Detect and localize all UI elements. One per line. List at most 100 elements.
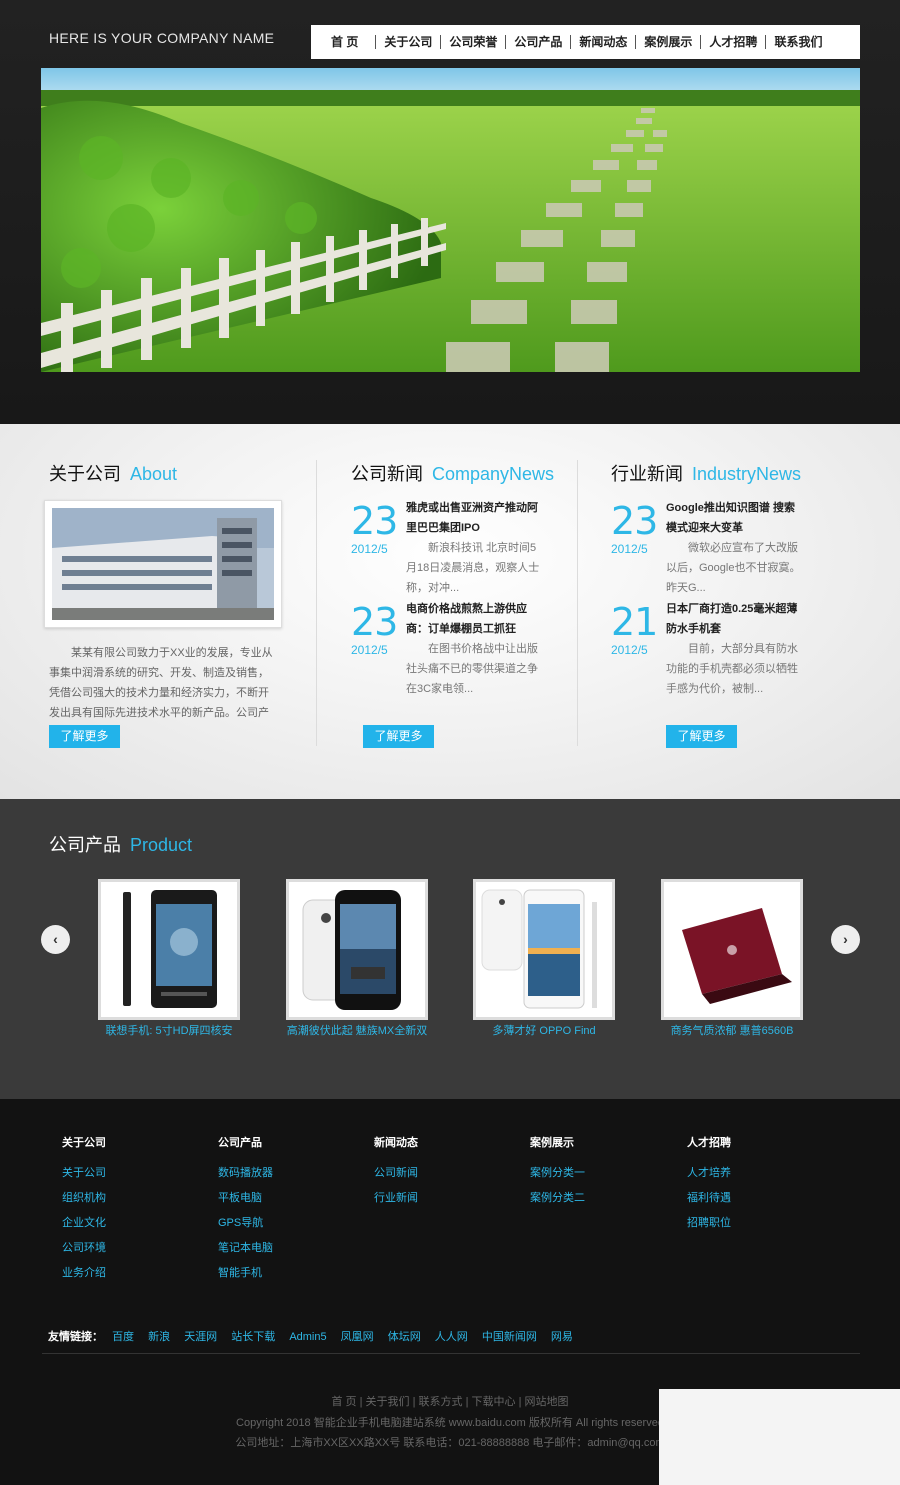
prev-arrow-icon[interactable]: ‹ xyxy=(41,925,70,954)
product-image[interactable] xyxy=(661,879,803,1020)
company-news-heading: 公司新闻 CompanyNews xyxy=(351,460,554,486)
product-image[interactable] xyxy=(98,879,240,1020)
product-card[interactable]: 联想手机: 5寸HD屏四核安 xyxy=(98,879,240,1038)
friend-links-label: 友情链接： xyxy=(48,1331,103,1343)
friend-link[interactable]: 天涯网 xyxy=(184,1331,217,1343)
product-caption[interactable]: 多薄才好 OPPO Find xyxy=(473,1022,615,1038)
nav-news[interactable]: 新闻动态 xyxy=(570,35,635,49)
friend-link[interactable]: 百度 xyxy=(112,1331,134,1343)
news-day: 23 xyxy=(351,499,398,543)
friend-link[interactable]: 体坛网 xyxy=(388,1331,421,1343)
bottom-link[interactable]: 网站地图 xyxy=(525,1396,569,1408)
news-desc: 微软必应宣布了大改版以后，Google也不甘寂寞。昨天G... xyxy=(666,542,801,594)
news-title[interactable]: Google推出知识图谱 搜索模式迎来大变革 xyxy=(666,498,801,538)
news-year-month: 2012/5 xyxy=(611,542,648,556)
news-item[interactable]: 23 2012/5 电商价格战煎熬上游供应商：订单爆棚员工抓狂 在图书价格战中让… xyxy=(351,603,541,699)
footer-link[interactable]: 案例分类二 xyxy=(530,1186,585,1211)
column-divider xyxy=(316,460,317,746)
product-caption[interactable]: 商务气质浓郁 惠普6560B xyxy=(661,1022,803,1038)
footer-link[interactable]: 招聘职位 xyxy=(687,1211,731,1236)
footer-link[interactable]: 福利待遇 xyxy=(687,1186,731,1211)
industry-news-heading: 行业新闻 IndustryNews xyxy=(611,460,801,486)
bottom-link[interactable]: 关于我们 xyxy=(366,1396,410,1408)
news-title[interactable]: 日本厂商打造0.25毫米超薄防水手机套 xyxy=(666,599,801,639)
news-day: 21 xyxy=(611,600,658,644)
footer-link[interactable]: 笔记本电脑 xyxy=(218,1236,273,1261)
nav-home[interactable]: 首 页 xyxy=(317,35,375,49)
news-item[interactable]: 23 2012/5 雅虎或出售亚洲资产推动阿里巴巴集团IPO 新浪科技讯 北京时… xyxy=(351,502,541,598)
friend-link[interactable]: 中国新闻网 xyxy=(482,1331,537,1343)
footer-column: 公司产品 数码播放器 平板电脑 GPS导航 笔记本电脑 智能手机 xyxy=(218,1134,273,1286)
news-date: 23 2012/5 xyxy=(351,603,401,657)
product-image[interactable] xyxy=(473,879,615,1020)
footer-link[interactable]: 智能手机 xyxy=(218,1261,273,1286)
news-title[interactable]: 雅虎或出售亚洲资产推动阿里巴巴集团IPO xyxy=(406,498,541,538)
products-title-en: Product xyxy=(130,835,193,855)
product-card[interactable]: 多薄才好 OPPO Find xyxy=(473,879,615,1038)
footer-divider xyxy=(42,1353,860,1354)
product-caption[interactable]: 高潮彼伏此起 魅族MX全新双 xyxy=(286,1022,428,1038)
bottom-link[interactable]: 首 页 xyxy=(332,1396,357,1408)
footer-link[interactable]: 案例分类一 xyxy=(530,1161,585,1186)
friend-link[interactable]: 凤凰网 xyxy=(341,1331,374,1343)
footer-link[interactable]: 平板电脑 xyxy=(218,1186,273,1211)
footer-link[interactable]: 公司环境 xyxy=(62,1236,106,1261)
friend-link[interactable]: Admin5 xyxy=(289,1331,326,1343)
column-divider xyxy=(577,460,578,746)
product-caption[interactable]: 联想手机: 5寸HD屏四核安 xyxy=(98,1022,240,1038)
nav-products[interactable]: 公司产品 xyxy=(505,35,570,49)
product-card[interactable]: 高潮彼伏此起 魅族MX全新双 xyxy=(286,879,428,1038)
nav-contact[interactable]: 联系我们 xyxy=(765,35,830,49)
news-desc: 目前，大部分具有防水功能的手机壳都必须以牺牲手感为代价，被制... xyxy=(666,643,798,695)
bottom-link[interactable]: 联系方式 xyxy=(419,1396,463,1408)
footer-link[interactable]: 关于公司 xyxy=(62,1161,106,1186)
footer-heading: 案例展示 xyxy=(530,1137,574,1149)
info-section: 关于公司 About 某某有限公司致力于XX业的发展，专业从事集中润滑系统的研究、… xyxy=(0,424,900,799)
nav-jobs[interactable]: 人才招聘 xyxy=(700,35,765,49)
bottom-link[interactable]: 下载中心 xyxy=(472,1396,516,1408)
about-photo[interactable] xyxy=(44,500,282,628)
friend-link[interactable]: 站长下载 xyxy=(231,1331,275,1343)
footer-column: 新闻动态 公司新闻 行业新闻 xyxy=(374,1134,418,1211)
about-title: 关于公司 xyxy=(49,464,121,484)
about-title-en: About xyxy=(130,464,178,484)
nav-honor[interactable]: 公司荣誉 xyxy=(440,35,505,49)
product-card[interactable]: 商务气质浓郁 惠普6560B xyxy=(661,879,803,1038)
banner-image[interactable] xyxy=(41,68,860,372)
footer-heading: 关于公司 xyxy=(62,1137,106,1149)
about-more-button[interactable]: 了解更多 xyxy=(49,725,120,748)
industry-news-title-en: IndustryNews xyxy=(692,464,802,484)
footer-column: 案例展示 案例分类一 案例分类二 xyxy=(530,1134,585,1211)
products-section: 公司产品 Product ‹ › 联想手机: 5寸HD屏四核安 高潮彼伏此起 魅… xyxy=(0,799,900,1099)
news-item[interactable]: 23 2012/5 Google推出知识图谱 搜索模式迎来大变革 微软必应宣布了… xyxy=(611,502,801,598)
main-nav: 首 页 关于公司 公司荣誉 公司产品 新闻动态 案例展示 人才招聘 联系我们 xyxy=(311,25,860,59)
products-title: 公司产品 xyxy=(49,835,121,855)
footer-link[interactable]: 组织机构 xyxy=(62,1186,106,1211)
company-news-title-en: CompanyNews xyxy=(432,464,555,484)
company-name[interactable]: HERE IS YOUR COMPANY NAME xyxy=(49,30,274,46)
footer-link[interactable]: 公司新闻 xyxy=(374,1161,418,1186)
product-image[interactable] xyxy=(286,879,428,1020)
friend-link[interactable]: 人人网 xyxy=(435,1331,468,1343)
industry-news-more-button[interactable]: 了解更多 xyxy=(666,725,737,748)
footer-heading: 公司产品 xyxy=(218,1137,262,1149)
news-item[interactable]: 21 2012/5 日本厂商打造0.25毫米超薄防水手机套 目前，大部分具有防水… xyxy=(611,603,801,699)
next-arrow-icon[interactable]: › xyxy=(831,925,860,954)
nav-cases[interactable]: 案例展示 xyxy=(635,35,700,49)
company-news-more-button[interactable]: 了解更多 xyxy=(363,725,434,748)
news-year-month: 2012/5 xyxy=(611,643,648,657)
nav-about[interactable]: 关于公司 xyxy=(375,35,440,49)
footer-link[interactable]: 行业新闻 xyxy=(374,1186,418,1211)
footer-link[interactable]: GPS导航 xyxy=(218,1211,273,1236)
friend-link[interactable]: 网易 xyxy=(551,1331,573,1343)
friend-link[interactable]: 新浪 xyxy=(148,1331,170,1343)
footer-link[interactable]: 人才培养 xyxy=(687,1161,731,1186)
footer-link[interactable]: 企业文化 xyxy=(62,1211,106,1236)
footer-heading: 新闻动态 xyxy=(374,1137,418,1149)
news-day: 23 xyxy=(351,600,398,644)
corner-overlay xyxy=(659,1389,900,1485)
footer-link[interactable]: 业务介绍 xyxy=(62,1261,106,1286)
news-title[interactable]: 电商价格战煎熬上游供应商：订单爆棚员工抓狂 xyxy=(406,599,541,639)
footer-link[interactable]: 数码播放器 xyxy=(218,1161,273,1186)
industry-news-title: 行业新闻 xyxy=(611,464,683,484)
